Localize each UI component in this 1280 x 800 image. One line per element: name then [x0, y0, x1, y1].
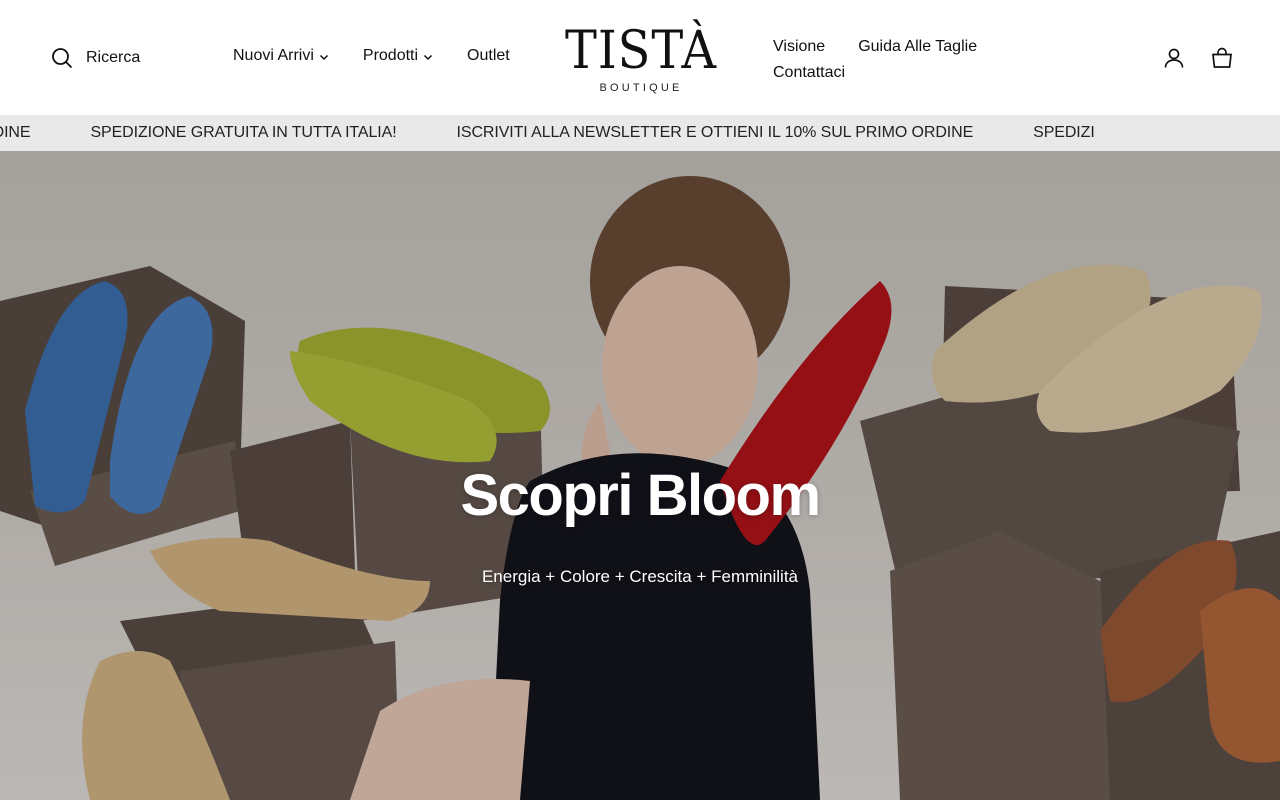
main-nav: Nuovi Arrivi Prodotti Outlet: [233, 47, 510, 65]
announcement-bar: IL 10% SUL PRIMO ORDINE SPEDIZIONE GRATU…: [0, 115, 1280, 151]
search-icon: [52, 48, 73, 69]
nav-item-prodotti[interactable]: Prodotti: [363, 47, 434, 65]
cart-icon[interactable]: [1210, 46, 1234, 70]
announcement-marquee: IL 10% SUL PRIMO ORDINE SPEDIZIONE GRATU…: [0, 115, 1095, 151]
logo-tagline: BOUTIQUE: [599, 82, 683, 94]
search-label: Ricerca: [86, 49, 141, 66]
brand-logo[interactable]: TISTÀ BOUTIQUE: [556, 22, 726, 96]
nav-item-label: Prodotti: [362, 47, 419, 64]
nav-item-outlet[interactable]: Outlet: [467, 47, 510, 65]
nav-item-guida-alle-taglie[interactable]: Guida Alle Taglie: [858, 34, 977, 60]
search-button[interactable]: Ricerca: [50, 46, 140, 70]
hero-title: Scopri Bloom: [460, 463, 821, 528]
account-icon[interactable]: [1162, 46, 1186, 70]
site-header: Ricerca Nuovi Arrivi Prodotti Outlet TIS…: [0, 0, 1280, 115]
header-icons: [1162, 46, 1234, 70]
nav-item-nuovi-arrivi[interactable]: Nuovi Arrivi: [233, 47, 330, 65]
chevron-down-icon: [424, 54, 433, 61]
logo-wordmark: TISTÀ: [564, 21, 718, 81]
nav-item-contattaci[interactable]: Contattaci: [773, 64, 845, 81]
chevron-down-icon: [319, 54, 328, 61]
announcement-item: SPEDIZI: [1033, 124, 1095, 141]
hero-subtitle: Energia + Colore + Crescita + Femminilit…: [481, 567, 799, 586]
nav-item-label: Nuovi Arrivi: [233, 47, 314, 64]
secondary-nav: Visione Guida Alle Taglie Contattaci: [773, 34, 1003, 86]
nav-item-visione[interactable]: Visione: [773, 34, 825, 60]
announcement-item: SPEDIZIONE GRATUITA IN TUTTA ITALIA!: [90, 124, 397, 141]
announcement-item: IL 10% SUL PRIMO ORDINE: [0, 124, 31, 141]
hero-banner[interactable]: Scopri Bloom Energia + Colore + Crescita…: [0, 151, 1280, 800]
nav-item-label: Outlet: [467, 47, 510, 64]
announcement-item: ISCRIVITI ALLA NEWSLETTER E OTTIENI IL 1…: [456, 124, 974, 141]
